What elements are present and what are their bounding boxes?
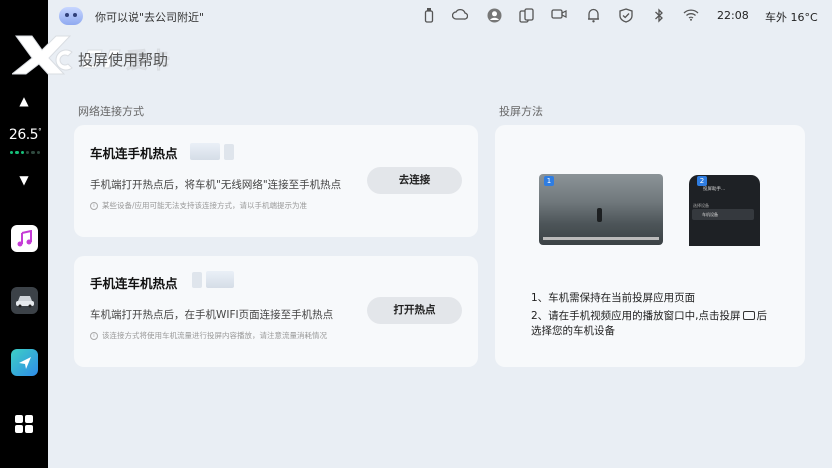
cast-step-2-continued: 选择您的车机设备 xyxy=(531,325,615,337)
phone-link-icon[interactable] xyxy=(519,8,535,24)
card-title: 手机连车机热点 xyxy=(90,276,178,291)
phone-to-car-hotspot-card: 手机连车机热点 车机端打开热点后，在手机WIFI页面连接至手机热点 i 该连接方式… xyxy=(74,256,478,367)
camera-icon[interactable] xyxy=(551,8,567,24)
clock: 22:08 xyxy=(717,9,749,22)
bluetooth-icon[interactable] xyxy=(651,8,667,24)
card-note: i 某些设备/应用可能无法支持该连接方式，请以手机端提示为准 xyxy=(90,200,307,211)
voice-assistant-icon[interactable] xyxy=(59,7,83,25)
cabin-temperature: 26.5° xyxy=(8,127,42,143)
app-grid-icon[interactable] xyxy=(15,415,33,433)
cast-step-2: 2、请在手机视频应用的播放窗口中,点击投屏后 xyxy=(531,310,768,322)
cast-method-section-label: 投屏方法 xyxy=(499,105,543,118)
wifi-icon[interactable] xyxy=(683,8,699,24)
car-to-phone-illustration xyxy=(190,143,234,160)
phone-to-car-illustration xyxy=(192,271,234,288)
cast-step-1: 1、车机需保持在当前投屏应用页面 xyxy=(531,292,696,304)
info-icon: i xyxy=(90,331,98,340)
connect-button[interactable]: 去连接 xyxy=(367,167,462,194)
bottle-icon[interactable] xyxy=(421,8,437,24)
account-icon[interactable] xyxy=(486,8,502,24)
step-badge-1: 1 xyxy=(544,176,554,186)
card-description: 手机端打开热点后，将车机"无线网络"连接至手机热点 xyxy=(90,179,342,191)
cloud-icon[interactable] xyxy=(451,8,469,24)
video-player-screenshot xyxy=(539,174,663,245)
voice-hint: 你可以说"去公司附近" xyxy=(95,11,205,24)
card-note: i 该连接方式将使用车机流量进行投屏内容播放，请注意流量消耗情况 xyxy=(90,330,327,341)
open-hotspot-button[interactable]: 打开热点 xyxy=(367,297,462,324)
card-title: 车机连手机热点 xyxy=(90,146,178,161)
car-app-icon[interactable] xyxy=(11,287,38,314)
shield-icon[interactable] xyxy=(618,8,634,24)
car-to-phone-hotspot-card: 车机连手机热点 手机端打开热点后，将车机"无线网络"连接至手机热点 i 某些设备/… xyxy=(74,125,478,237)
step-badge-2: 2 xyxy=(697,176,707,186)
network-section-label: 网络连接方式 xyxy=(78,105,144,118)
status-bar: 你可以说"去公司附近" 22:08 车外 16°C xyxy=(48,0,832,32)
info-icon: i xyxy=(90,201,98,210)
fan-level-indicator xyxy=(10,151,40,154)
page-title: 投屏使用帮助 xyxy=(78,51,169,69)
navigation-app-icon[interactable] xyxy=(11,349,38,376)
temp-down-arrow-icon[interactable]: ▼ xyxy=(16,174,32,186)
outside-temperature: 车外 16°C xyxy=(765,11,818,24)
bell-icon[interactable] xyxy=(585,8,601,24)
temp-up-arrow-icon[interactable]: ▲ xyxy=(16,95,32,107)
card-description: 车机端打开热点后，在手机WIFI页面连接至手机热点 xyxy=(90,309,334,321)
music-app-icon[interactable] xyxy=(11,225,38,252)
cast-screen-icon xyxy=(742,311,755,320)
